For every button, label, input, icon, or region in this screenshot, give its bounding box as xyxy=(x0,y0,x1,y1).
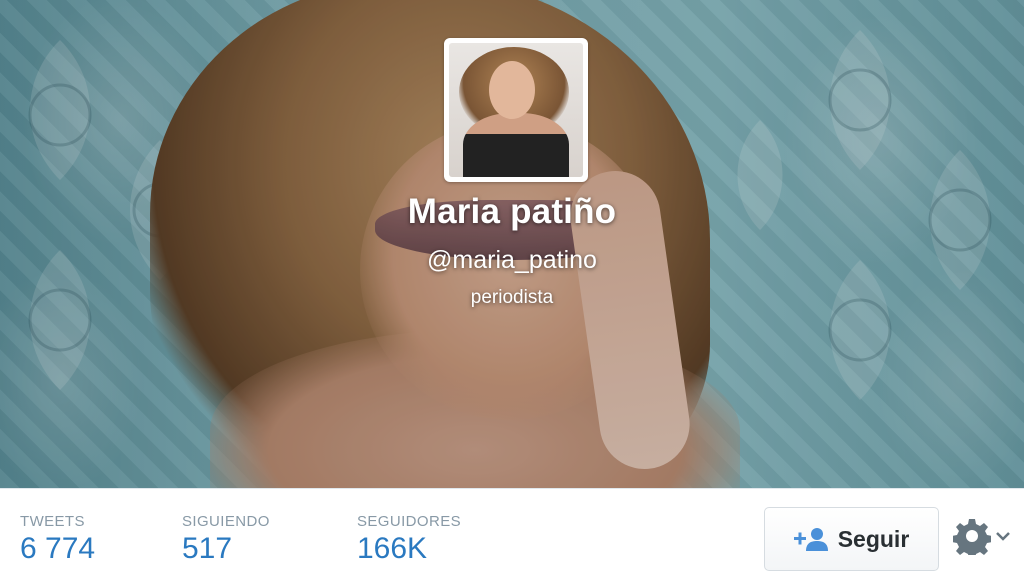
avatar-body xyxy=(463,113,569,177)
profile-header: Maria patiño @maria_patino periodista xyxy=(0,0,1024,488)
follow-label: Seguir xyxy=(837,525,910,552)
profile-name: Maria patiño xyxy=(407,192,617,231)
profile-handle[interactable]: @maria_patino xyxy=(0,246,1024,275)
stat-label: SIGUIENDO xyxy=(182,513,270,530)
settings-menu-button[interactable] xyxy=(952,517,1019,560)
avatar-face xyxy=(489,61,535,119)
stat-label: SEGUIDORES xyxy=(357,513,462,530)
chevron-down-icon xyxy=(995,529,1011,547)
gear-icon xyxy=(952,517,992,560)
follow-button[interactable]: Seguir xyxy=(764,507,939,571)
stat-value: 6 774 xyxy=(20,532,96,565)
stat-followers[interactable]: SEGUIDORES 166K xyxy=(357,513,461,566)
stat-label: TWEETS xyxy=(20,513,85,530)
stat-value: 166K xyxy=(357,532,428,565)
profile-bio: periodista xyxy=(470,287,554,308)
stat-value: 517 xyxy=(182,532,233,565)
stat-tweets[interactable]: TWEETS 6 774 xyxy=(20,513,95,566)
add-user-icon xyxy=(793,527,828,551)
profile-avatar[interactable] xyxy=(444,38,588,182)
stat-following[interactable]: SIGUIENDO 517 xyxy=(182,513,270,566)
avatar-image xyxy=(449,43,583,177)
